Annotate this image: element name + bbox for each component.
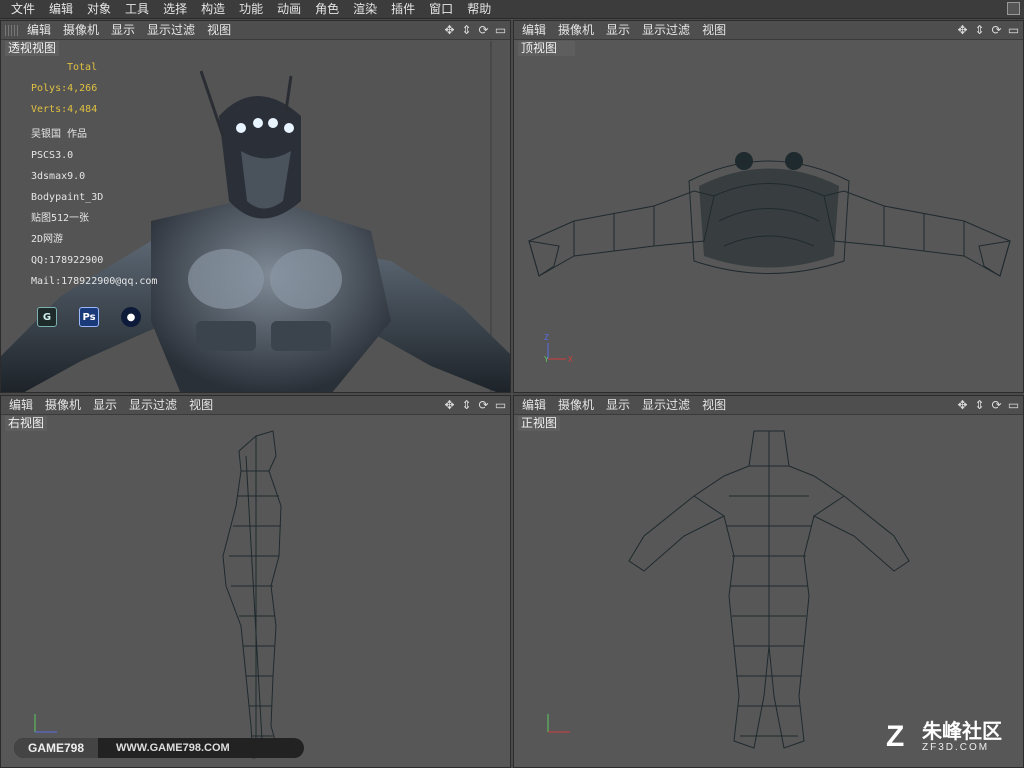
app-icon-bodypaint: ● xyxy=(121,307,141,327)
scene-stats: Total Polys:4,266 Verts:4,484 吴银国 作品 PSC… xyxy=(31,57,157,292)
viewport-top[interactable]: 编辑 摄像机 显示 显示过滤 视图 ✥ ⇕ ⟳ ▭ 顶视图 Z Y X xyxy=(513,20,1024,393)
zf-logo-cn: 朱峰社区 xyxy=(922,719,1002,743)
stats-texture: 贴图512一张 xyxy=(31,213,90,224)
game798-watermark: GAME798 WWW.GAME798.COM xyxy=(14,738,304,758)
axis-gizmo xyxy=(547,714,570,733)
watermark-url: WWW.GAME798.COM xyxy=(116,742,230,754)
viewport-front[interactable]: 编辑 摄像机 显示 显示过滤 视图 ✥ ⇕ ⟳ ▭ 正视图 xyxy=(513,395,1024,768)
menu-render[interactable]: 渲染 xyxy=(346,0,384,19)
menu-tools[interactable]: 工具 xyxy=(118,0,156,19)
axis-gizmo xyxy=(34,714,57,733)
app-icon-3dsmax: G xyxy=(37,307,57,327)
menu-plugins[interactable]: 插件 xyxy=(384,0,422,19)
zf3d-logo: Z 朱峰社区 ZF3D.COM xyxy=(886,720,1002,754)
menu-select[interactable]: 选择 xyxy=(156,0,194,19)
app-icons: G Ps ● xyxy=(37,307,141,327)
stats-verts: Verts:4,484 xyxy=(31,104,98,115)
wireframe-right xyxy=(222,430,282,759)
stats-software-ps: PSCS3.0 xyxy=(31,150,74,161)
stats-software-max: 3dsmax9.0 xyxy=(31,171,86,182)
layout-toggle-icon[interactable] xyxy=(1007,2,1020,15)
wireframe-top xyxy=(528,152,1011,277)
menu-character[interactable]: 角色 xyxy=(308,0,346,19)
menu-window[interactable]: 窗口 xyxy=(422,0,460,19)
stats-qq: QQ:178922900 xyxy=(31,255,104,266)
zf-logo-en: ZF3D.COM xyxy=(922,742,990,753)
stats-total: Total xyxy=(67,62,98,73)
menu-object[interactable]: 对象 xyxy=(80,0,118,19)
menu-structure[interactable]: 构造 xyxy=(194,0,232,19)
main-menubar: 文件 编辑 对象 工具 选择 构造 功能 动画 角色 渲染 插件 窗口 帮助 xyxy=(0,0,1024,19)
menu-animation[interactable]: 动画 xyxy=(270,0,308,19)
menu-functions[interactable]: 功能 xyxy=(232,0,270,19)
viewport-perspective[interactable]: 编辑 摄像机 显示 显示过滤 视图 ✥ ⇕ ⟳ ▭ 透视视图 Total Pol… xyxy=(0,20,511,393)
menu-help[interactable]: 帮助 xyxy=(460,0,498,19)
stats-polys: Polys:4,266 xyxy=(31,83,98,94)
app-icon-photoshop: Ps xyxy=(79,307,99,327)
viewport-right[interactable]: 编辑 摄像机 显示 显示过滤 视图 ✥ ⇕ ⟳ ▭ 右视图 xyxy=(0,395,511,768)
wireframe-front xyxy=(628,430,910,749)
stats-mail: Mail:178922900@qq.com xyxy=(31,276,158,287)
menu-edit[interactable]: 编辑 xyxy=(42,0,80,19)
menu-file[interactable]: 文件 xyxy=(4,0,42,19)
zf-logo-mark: Z xyxy=(886,720,905,753)
stats-author: 吴银国 作品 xyxy=(31,129,88,140)
watermark-brand: GAME798 xyxy=(14,738,99,758)
stats-software-bp: Bodypaint_3D xyxy=(31,192,104,203)
axis-gizmo xyxy=(547,343,566,360)
stats-genre: 2D网游 xyxy=(31,234,64,245)
